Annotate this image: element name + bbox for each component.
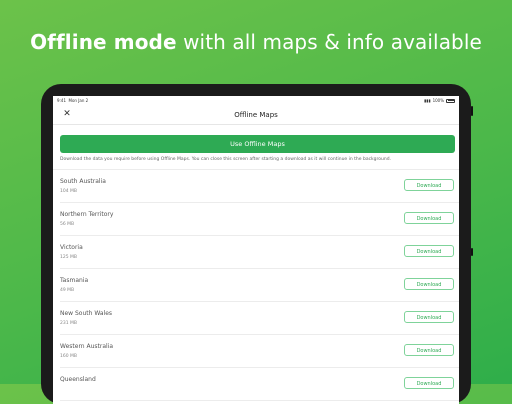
region-row: Northern Territory 56 MB Download [60, 203, 459, 236]
region-size: 231 MB [60, 321, 77, 326]
region-row: New South Wales 231 MB Download [60, 302, 459, 335]
page-title: Offline Maps [234, 110, 278, 119]
download-button[interactable]: Download [404, 245, 454, 257]
app-screen: 9:41 Mon Jan 2 ▮▮▮ 100% ✕ Offline Maps U… [53, 96, 459, 404]
region-size: 125 MB [60, 255, 77, 260]
region-name: New South Wales [60, 310, 113, 317]
region-name: South Australia [60, 178, 106, 185]
status-time: 9:41 [57, 98, 66, 103]
promo-headline-bold: Offline mode [30, 30, 177, 54]
download-button[interactable]: Download [404, 377, 454, 389]
region-row: Victoria 125 MB Download [60, 236, 459, 269]
status-date: Mon Jan 2 [68, 98, 89, 103]
promo-headline: Offline mode with all maps & info availa… [0, 30, 512, 54]
region-list: South Australia 104 MB Download Northern… [53, 170, 459, 401]
status-right: ▮▮▮ 100% [424, 98, 455, 103]
region-size: 49 MB [60, 288, 75, 293]
region-name: Western Australia [60, 343, 114, 350]
close-icon[interactable]: ✕ [61, 108, 73, 120]
download-button[interactable]: Download [404, 311, 454, 323]
status-bar: 9:41 Mon Jan 2 ▮▮▮ 100% [53, 96, 459, 105]
nav-bar: ✕ Offline Maps [53, 105, 459, 125]
signal-icon: ▮▮▮ [423, 98, 431, 103]
region-row: Western Australia 160 MB Download [60, 335, 459, 368]
tablet-side-button [471, 248, 473, 256]
region-row: Tasmania 49 MB Download [60, 269, 459, 302]
download-button[interactable]: Download [404, 179, 454, 191]
region-name: Northern Territory [60, 211, 114, 218]
status-left: 9:41 Mon Jan 2 [57, 98, 88, 103]
download-description: Download the data you require before usi… [53, 153, 459, 170]
battery-icon [446, 98, 455, 103]
region-row: South Australia 104 MB Download [60, 170, 459, 203]
region-name: Tasmania [60, 277, 89, 284]
region-size: 104 MB [60, 189, 77, 194]
tablet-frame: 9:41 Mon Jan 2 ▮▮▮ 100% ✕ Offline Maps U… [41, 84, 473, 404]
tablet-side-button [471, 106, 473, 116]
region-name: Queensland [60, 376, 96, 383]
promo-headline-rest: with all maps & info available [176, 30, 482, 54]
region-size: 160 MB [60, 354, 77, 359]
download-button[interactable]: Download [404, 212, 454, 224]
battery-percent: 100% [432, 98, 444, 103]
use-offline-maps-button[interactable]: Use Offline Maps [60, 135, 455, 153]
download-button[interactable]: Download [404, 278, 454, 290]
download-button[interactable]: Download [404, 344, 454, 356]
region-row: Queensland Download [60, 368, 459, 401]
region-name: Victoria [60, 244, 83, 251]
region-size: 56 MB [60, 222, 75, 227]
